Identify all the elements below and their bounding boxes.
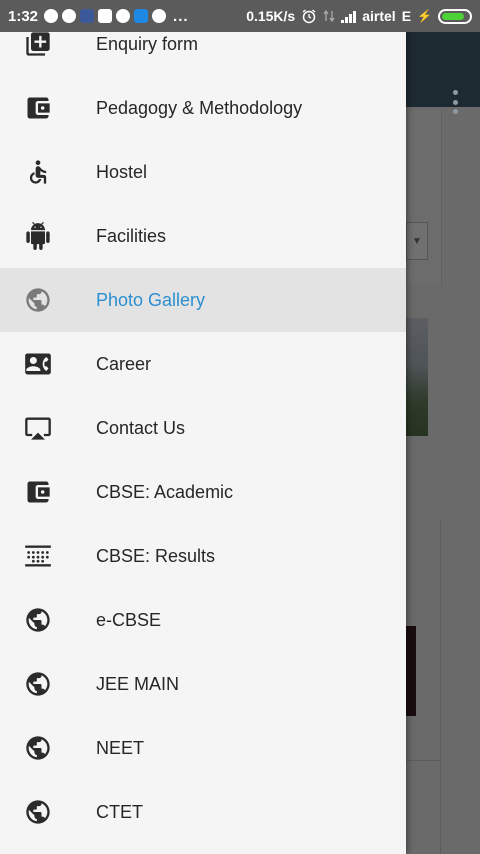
navigation-drawer: Enquiry form Pedagogy & Methodology Hostel… [0,0,406,854]
alarm-icon [301,8,317,24]
drawer-item[interactable]: Photo Gallery [0,268,406,332]
android-icon [24,222,52,250]
drawer-item-label: CTET [96,801,143,822]
facebook-icon [80,9,95,23]
drawer-item-label: NEET [96,737,145,758]
data-arrows-icon [323,9,335,23]
drawer-item-label: Pedagogy & Methodology [96,97,303,118]
grid-dots-icon [24,542,52,570]
drawer-item-label: Facilities [96,225,167,246]
google-icon [116,9,131,23]
background-dropdown[interactable]: ▼ [406,222,428,260]
drawer-item[interactable]: NEET [0,716,406,780]
drawer-item-label: e-CBSE [96,609,162,630]
drawer-item[interactable]: e-CBSE [0,588,406,652]
more-notifications: ... [173,7,189,25]
charging-icon: ⚡ [417,9,432,23]
drawer-item[interactable]: CTET [0,780,406,844]
gmail-icon [98,9,113,23]
background-divider [406,760,440,761]
status-time: 1:32 [8,7,39,25]
add-box-icon [24,30,52,58]
drawer-item-label: CBSE: Results [96,545,216,566]
drawer-item-label: JEE MAIN [96,673,180,694]
signal-strength-icon [341,10,357,23]
globe-icon [24,798,52,826]
contact-card-icon [24,350,52,378]
background-divider [440,520,441,854]
drawer-item[interactable]: Hostel [0,140,406,204]
drawer-item[interactable]: Contact Us [0,396,406,460]
drawer-item-label: CBSE: Academic [96,481,234,502]
battery-icon [438,8,472,24]
globe-icon [24,286,52,314]
wallet-icon [24,478,52,506]
globe-icon [24,670,52,698]
message-icon [134,9,149,23]
drawer-item-label: Photo Gallery [96,289,206,310]
drawer-menu-list: Enquiry form Pedagogy & Methodology Hostel… [0,12,406,844]
drawer-item[interactable]: JEE MAIN [0,652,406,716]
wheelchair-icon [24,158,52,186]
notification-icons: ... [44,8,189,25]
network-type: E [401,8,412,24]
network-speed: 0.15K/s [246,8,296,24]
drawer-item[interactable]: Pedagogy & Methodology [0,76,406,140]
globe-icon [24,734,52,762]
carrier-name: airtel [362,8,396,24]
drawer-item-label: Contact Us [96,417,186,438]
overflow-menu-icon[interactable] [452,90,458,114]
drawer-item[interactable]: Facilities [0,204,406,268]
drawer-item-label: Career [96,353,152,374]
background-photo [406,626,416,716]
wallet-icon [24,94,52,122]
background-photo [406,318,428,436]
status-bar: 1:32 ... 0.15K/s airtel E ⚡ [0,0,480,32]
airplay-icon [24,414,52,442]
whatsapp-icon [44,9,59,23]
drawer-item[interactable]: CBSE: Results [0,524,406,588]
globe-icon [24,606,52,634]
google-icon [152,9,167,23]
drawer-item[interactable]: Career [0,332,406,396]
drawer-item-label: Hostel [96,161,148,182]
drawer-item[interactable]: CBSE: Academic [0,460,406,524]
drawer-item-label: Enquiry form [96,33,199,54]
whatsapp-icon [62,9,77,23]
